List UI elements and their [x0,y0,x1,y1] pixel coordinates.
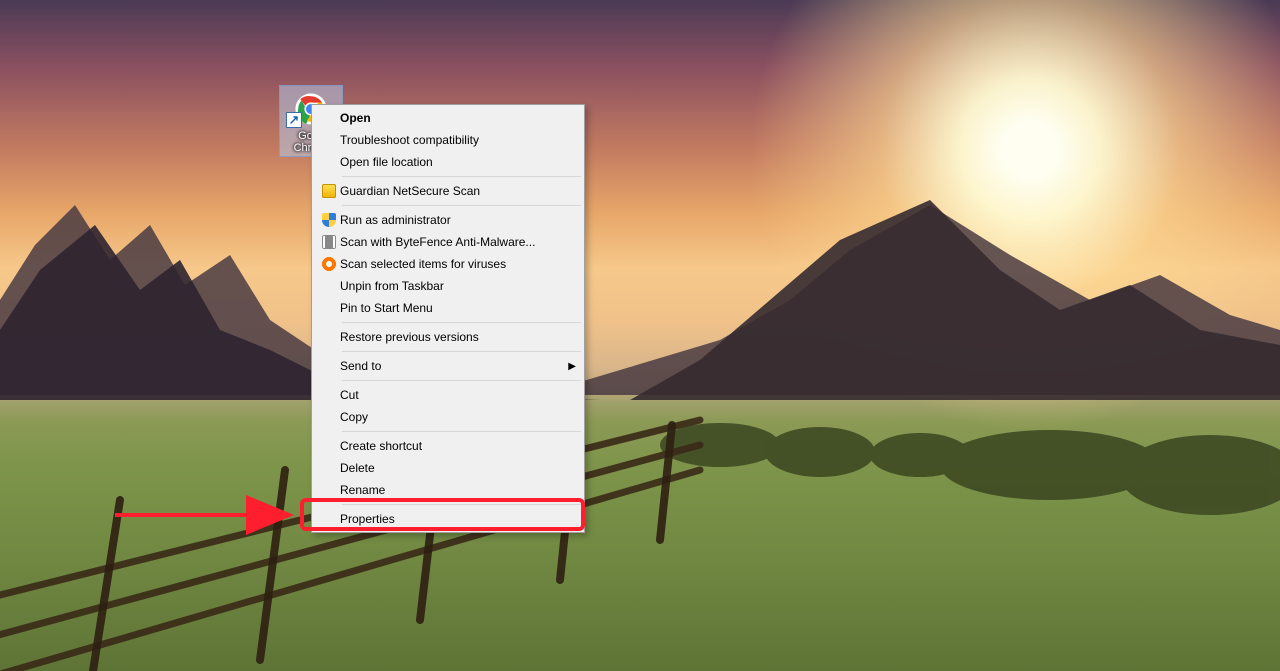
menu-item-cut[interactable]: Cut [314,384,582,406]
menu-item-unpin-taskbar[interactable]: Unpin from Taskbar [314,275,582,297]
blank-icon [318,460,340,476]
blank-icon [318,482,340,498]
menu-item-restore-prev[interactable]: Restore previous versions [314,326,582,348]
blank-icon [318,329,340,345]
menu-item-open[interactable]: Open [314,107,582,129]
menu-item-delete[interactable]: Delete [314,457,582,479]
menu-item-label: Unpin from Taskbar [340,279,576,293]
desktop-wallpaper [0,0,1280,671]
menu-item-label: Copy [340,410,576,424]
menu-item-create-shortcut[interactable]: Create shortcut [314,435,582,457]
blank-icon [318,358,340,374]
menu-item-label: Scan selected items for viruses [340,257,576,271]
menu-item-rename[interactable]: Rename [314,479,582,501]
blank-icon [318,132,340,148]
menu-separator [342,504,581,505]
menu-separator [342,205,581,206]
menu-item-label: Troubleshoot compatibility [340,133,576,147]
blank-icon [318,438,340,454]
blank-icon [318,110,340,126]
menu-item-label: Send to [340,359,566,373]
blank-icon [318,387,340,403]
context-menu: Open Troubleshoot compatibility Open file … [311,104,585,533]
menu-item-label: Pin to Start Menu [340,301,576,315]
menu-separator [342,176,581,177]
menu-item-label: Run as administrator [340,213,576,227]
menu-item-run-admin[interactable]: Run as administrator [314,209,582,231]
shield-y-icon [318,183,340,199]
menu-item-copy[interactable]: Copy [314,406,582,428]
menu-item-pin-start[interactable]: Pin to Start Menu [314,297,582,319]
menu-item-label: Restore previous versions [340,330,576,344]
menu-item-label: Rename [340,483,576,497]
menu-item-label: Delete [340,461,576,475]
blank-icon [318,300,340,316]
menu-item-label: Cut [340,388,576,402]
menu-item-open-file-loc[interactable]: Open file location [314,151,582,173]
menu-item-send-to[interactable]: Send to▶ [314,355,582,377]
menu-item-label: Open [340,111,576,125]
mountain-silhouette [0,0,1280,671]
blank-icon [318,278,340,294]
menu-item-label: Open file location [340,155,576,169]
menu-item-guardian-scan[interactable]: Guardian NetSecure Scan [314,180,582,202]
menu-item-label: Properties [340,512,576,526]
menu-item-troubleshoot[interactable]: Troubleshoot compatibility [314,129,582,151]
blank-icon [318,154,340,170]
menu-item-avast-scan[interactable]: Scan selected items for viruses [314,253,582,275]
shield-b-icon [318,212,340,228]
avast-icon [318,256,340,272]
submenu-arrow-icon: ▶ [566,361,576,372]
shortcut-overlay-icon [286,112,302,128]
page-icon [318,234,340,250]
menu-item-label: Scan with ByteFence Anti-Malware... [340,235,576,249]
menu-separator [342,380,581,381]
menu-separator [342,322,581,323]
blank-icon [318,409,340,425]
blank-icon [318,511,340,527]
menu-item-label: Guardian NetSecure Scan [340,184,576,198]
menu-separator [342,351,581,352]
menu-item-label: Create shortcut [340,439,576,453]
menu-separator [342,431,581,432]
menu-item-properties[interactable]: Properties [314,508,582,530]
menu-item-bytefence[interactable]: Scan with ByteFence Anti-Malware... [314,231,582,253]
